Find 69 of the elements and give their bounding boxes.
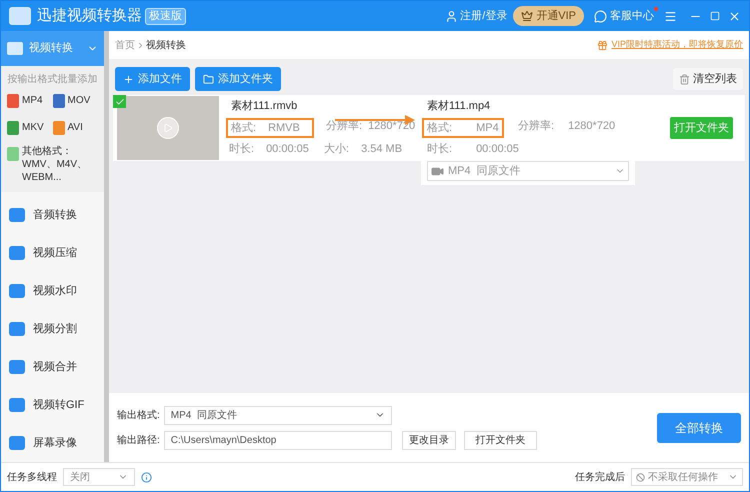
app-logo-icon <box>9 7 31 25</box>
file-name: 素材111.mp4 <box>427 98 492 114</box>
info-label: 格式: <box>427 120 452 136</box>
clear-list-button[interactable]: 清空列表 <box>673 68 743 90</box>
gift-icon <box>597 40 608 50</box>
other-formats-item[interactable]: 其他格式：WMV、M4V、WEBM... <box>22 145 98 184</box>
maximize-icon[interactable] <box>710 11 720 21</box>
thread-select[interactable]: 关闭 <box>63 468 135 486</box>
duration-value: 00:00:05 <box>266 142 309 158</box>
duration-value: 00:00:05 <box>476 142 519 158</box>
field-label: 输出格式: <box>117 408 160 422</box>
format-item[interactable]: MP4 <box>7 93 52 108</box>
info-label: 时长: <box>229 142 254 158</box>
feature-icon <box>9 398 25 412</box>
file-format-icon <box>7 147 19 161</box>
user-icon <box>445 10 458 22</box>
after-task-select[interactable]: 不采取任何操作 <box>631 468 743 486</box>
status-label: 任务完成后 <box>575 470 625 484</box>
resolution-value: 1280*720 <box>368 118 416 134</box>
scrollbar[interactable] <box>104 31 109 462</box>
info-icon[interactable] <box>141 472 152 482</box>
sidebar-item[interactable]: 屏幕录像 <box>1 424 104 462</box>
camera-icon <box>431 164 444 178</box>
chevron-icon <box>136 40 145 50</box>
sidebar-item[interactable]: 视频转GIF <box>1 386 104 424</box>
info-label: 格式: <box>231 120 256 136</box>
open-folder-button[interactable]: 打开文件夹 <box>464 430 537 450</box>
panel-title: 按输出格式批量添加 <box>7 72 98 87</box>
file-name: 素材111.rmvb <box>231 98 298 114</box>
sidebar-item[interactable]: 视频分割 <box>1 310 104 348</box>
close-icon[interactable] <box>728 10 741 22</box>
info-label: 分辨率: <box>518 118 554 134</box>
crown-icon <box>521 10 534 22</box>
status-label: 任务多线程 <box>7 470 57 484</box>
vip-button[interactable]: 开通VIP <box>513 6 584 26</box>
feature-icon <box>9 246 25 260</box>
output-path-field[interactable]: C:\Users\mayn\Desktop <box>164 430 392 450</box>
info-label: 大小: <box>324 142 350 158</box>
format-value: MP4 <box>476 120 499 136</box>
sidebar-item[interactable]: 音频转换 <box>1 196 104 234</box>
resolution-value: 1280*720 <box>568 118 616 134</box>
size-value: 3.54 MB <box>361 142 402 158</box>
feature-icon <box>9 360 25 374</box>
sidebar-item[interactable]: 视频合并 <box>1 348 104 386</box>
plus-icon <box>123 74 134 84</box>
info-label: 时长: <box>427 142 452 158</box>
edition-badge: 极速版 <box>145 8 186 24</box>
output-format-select[interactable]: MP4 同原文件 <box>164 406 392 424</box>
feature-icon <box>9 284 25 298</box>
feature-icon <box>9 208 25 222</box>
feature-icon <box>9 322 25 336</box>
format-value: RMVB <box>268 120 300 136</box>
checkmark-icon[interactable] <box>113 95 126 108</box>
sidebar-item[interactable]: 视频压缩 <box>1 234 104 272</box>
format-item[interactable]: MKV <box>7 120 52 135</box>
window-title: 迅捷视频转换器 <box>37 6 142 26</box>
prohibited-icon <box>636 472 645 482</box>
feature-icon <box>9 436 25 450</box>
trash-icon <box>679 74 690 84</box>
sidebar-item[interactable]: 视频水印 <box>1 272 104 310</box>
format-item[interactable]: MOV <box>52 93 98 108</box>
folder-icon <box>203 74 214 84</box>
video-icon <box>7 42 23 55</box>
format-item[interactable]: AVI <box>52 120 98 135</box>
chat-icon <box>594 10 607 22</box>
menu-icon[interactable] <box>664 10 677 22</box>
field-label: 输出路径: <box>117 434 160 448</box>
change-directory-button[interactable]: 更改目录 <box>402 430 456 450</box>
breadcrumb-current: 视频转换 <box>146 38 186 52</box>
